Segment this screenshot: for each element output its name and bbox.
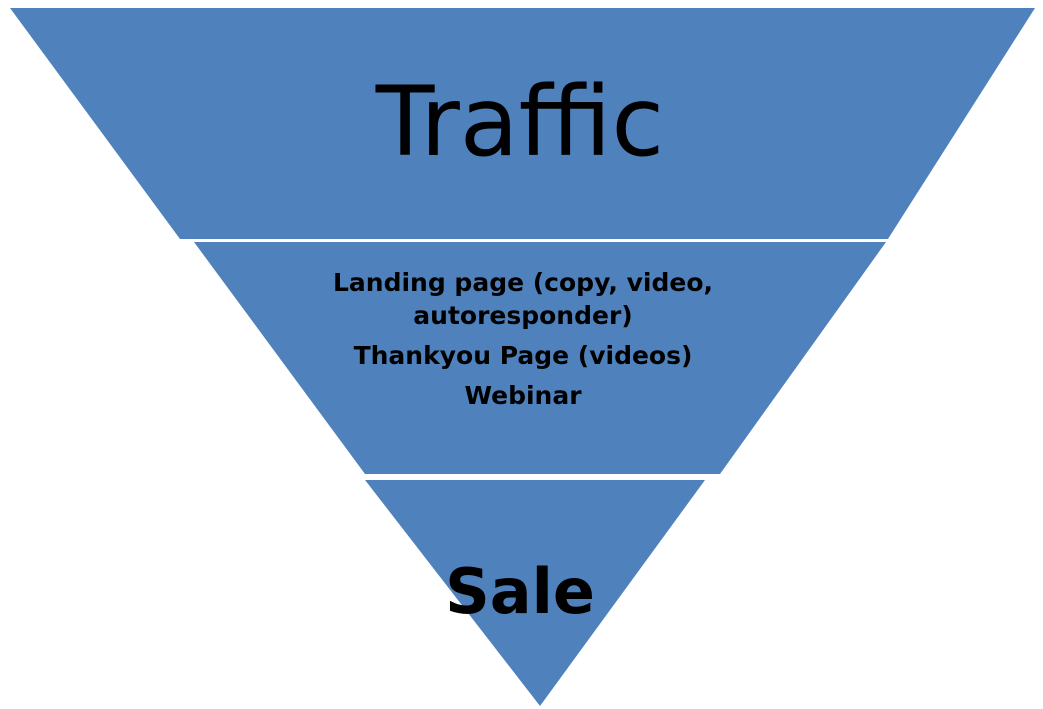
- webinar-line: Webinar: [464, 381, 582, 410]
- landing-page-line-2: autoresponder): [413, 301, 633, 330]
- sale-label: Sale: [445, 555, 595, 628]
- thankyou-page-line: Thankyou Page (videos): [353, 341, 693, 370]
- landing-page-line-1: Landing page (copy, video,: [332, 268, 714, 297]
- traffic-label: Traffic: [375, 66, 665, 178]
- middle-stage-text: Landing page (copy, video, autoresponder…: [300, 266, 746, 412]
